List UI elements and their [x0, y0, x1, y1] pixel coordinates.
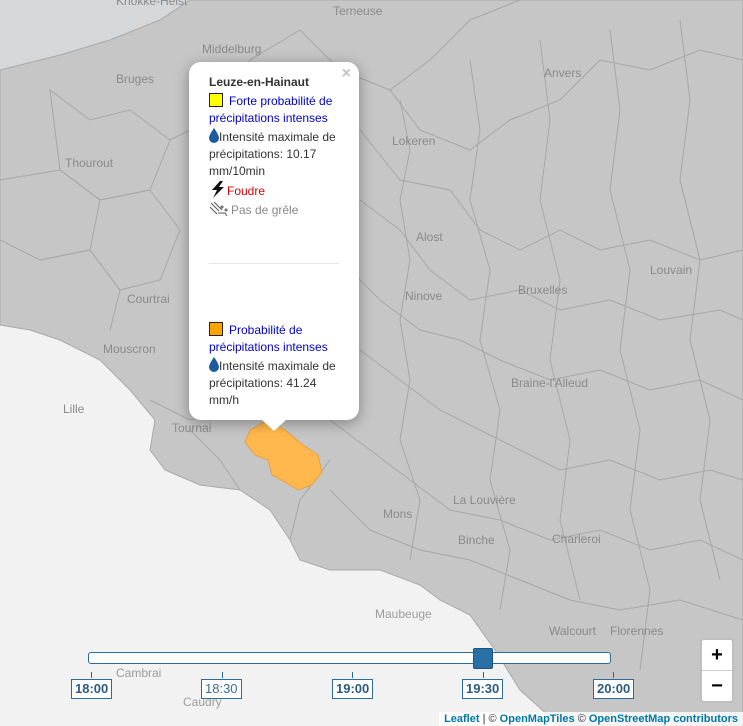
close-icon[interactable]: ×	[342, 65, 351, 82]
no-hail-icon	[209, 201, 231, 217]
intensity-row-2: Intensité maximale de précipitations: 41…	[209, 357, 339, 409]
map[interactable]: Terneuse Knokke-Heist Middelburg Bruges …	[0, 0, 743, 726]
time-label[interactable]: 18:00	[71, 679, 113, 699]
osm-link[interactable]: OpenStreetMap contributors	[589, 713, 738, 725]
warning-strong-label: Forte probabilité de précipitations inte…	[209, 94, 333, 125]
time-label[interactable]: 19:00	[332, 679, 374, 699]
time-tick	[222, 672, 223, 678]
place-label: Maubeuge	[375, 607, 432, 621]
time-slider-handle[interactable]	[473, 648, 493, 669]
openmaptiles-link[interactable]: OpenMapTiles	[500, 713, 575, 725]
time-tick	[483, 672, 484, 678]
droplet-icon	[209, 128, 219, 144]
zoom-in-button[interactable]: +	[702, 640, 732, 670]
place-label: Walcourt	[549, 624, 596, 638]
place-label: Tournai	[172, 421, 212, 435]
lightning-row: Foudre	[209, 181, 339, 200]
intensity-text: Intensité maximale de précipitations: 41…	[209, 359, 336, 407]
time-slider-track[interactable]	[88, 652, 611, 664]
place-label: Binche	[458, 533, 495, 547]
warning-moderate-label: Probabilité de précipitations intenses	[209, 323, 328, 354]
lightning-label: Foudre	[227, 184, 266, 198]
time-tick	[352, 672, 353, 678]
info-popup: × Leuze-en-Hainaut Forte probabilité de …	[189, 62, 359, 431]
time-tick	[613, 672, 614, 678]
popup-divider	[209, 263, 339, 264]
warning-strong: Forte probabilité de précipitations inte…	[209, 93, 339, 127]
place-label: Lokeren	[392, 134, 436, 148]
place-label: Mouscron	[103, 342, 156, 356]
place-label: Courtrai	[127, 292, 170, 306]
popup-title: Leuze-en-Hainaut	[209, 75, 310, 89]
belgium-region	[0, 0, 743, 726]
attribution-separator: ©	[574, 713, 589, 725]
place-label: Alost	[416, 230, 443, 244]
zoom-control: + −	[700, 638, 734, 703]
time-tick	[91, 672, 92, 678]
place-label: Cambrai	[116, 666, 162, 680]
place-label: Ninove	[405, 289, 443, 303]
zoom-out-button[interactable]: −	[702, 670, 732, 701]
intensity-text: Intensité maximale de précipitations: 10…	[209, 130, 336, 178]
place-label: Bruges	[116, 72, 155, 86]
place-label: Braine-l'Alleud	[511, 376, 588, 390]
attribution: Leaflet | © OpenMapTiles © OpenStreetMap…	[439, 712, 743, 726]
droplet-icon	[209, 357, 219, 373]
place-label: Louvain	[650, 263, 693, 277]
place-label: La Louvière	[453, 493, 516, 507]
popup-tip	[261, 419, 287, 431]
leaflet-link[interactable]: Leaflet	[444, 713, 479, 725]
hail-row: Pas de grêle	[209, 201, 339, 219]
place-label: Knokke-Heist	[116, 0, 188, 8]
place-label: Anvers	[544, 66, 582, 80]
yellow-swatch	[209, 93, 223, 107]
time-label[interactable]: 19:30	[462, 679, 504, 699]
place-label: Thourout	[65, 156, 114, 170]
time-label[interactable]: 18:30	[201, 679, 242, 699]
place-label: Lille	[63, 402, 85, 416]
place-label: Mons	[383, 507, 413, 521]
map-canvas[interactable]	[0, 0, 743, 726]
lightning-icon	[209, 181, 227, 198]
place-label: Florennes	[610, 624, 664, 638]
time-label[interactable]: 20:00	[593, 679, 635, 699]
orange-swatch	[209, 322, 223, 336]
warning-moderate: Probabilité de précipitations intenses	[209, 322, 339, 356]
place-label: Terneuse	[333, 4, 383, 18]
hail-label: Pas de grêle	[231, 203, 299, 217]
place-label: Charleroi	[552, 532, 601, 546]
place-label: Middelburg	[202, 42, 262, 56]
place-label: Bruxelles	[518, 283, 568, 297]
intensity-row: Intensité maximale de précipitations: 10…	[209, 128, 339, 180]
attribution-separator: | ©	[479, 713, 500, 725]
